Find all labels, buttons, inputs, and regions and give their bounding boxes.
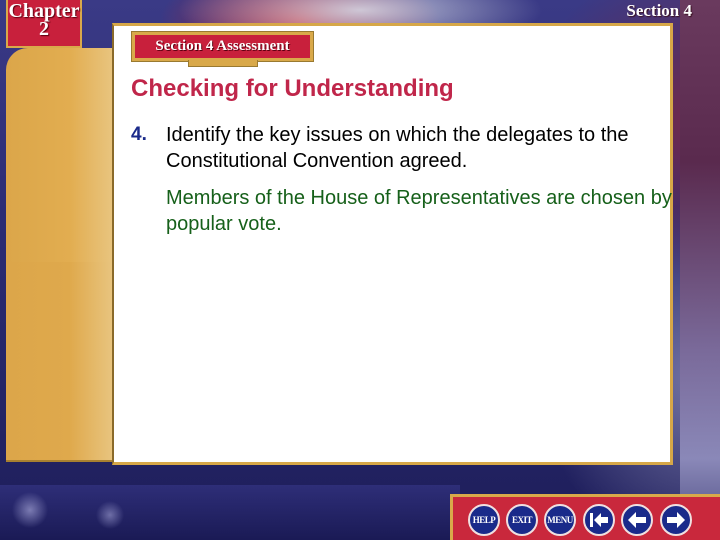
answer-text: Members of the House of Representatives …: [166, 187, 672, 235]
sidebar: [6, 48, 112, 262]
first-page-arrow-icon: [590, 513, 608, 527]
page-heading: Checking for Understanding: [131, 75, 454, 102]
right-arrow-icon: [667, 512, 685, 528]
exit-button[interactable]: EXIT: [506, 504, 538, 536]
chapter-number: 2: [39, 18, 49, 40]
section-assessment-label: Section 4 Assessment: [135, 35, 310, 58]
background-right-strip: [680, 0, 720, 540]
background-stars: [0, 485, 460, 540]
menu-label: MENU: [547, 515, 573, 525]
help-label: HELP: [472, 515, 496, 525]
back-button[interactable]: [621, 504, 653, 536]
chapter-badge: Chapter 2: [6, 0, 82, 48]
question-number: 4.: [131, 124, 147, 145]
first-page-button[interactable]: [583, 504, 615, 536]
sidebar-lower: [6, 262, 112, 462]
section-label: Section 4: [626, 1, 692, 20]
section-assessment-tab: Section 4 Assessment: [131, 31, 314, 67]
next-button[interactable]: [660, 504, 692, 536]
navigation-bar: HELP EXIT MENU: [450, 494, 720, 540]
left-arrow-icon: [628, 512, 646, 528]
question-text: Identify the key issues on which the del…: [166, 124, 629, 172]
menu-button[interactable]: MENU: [544, 504, 576, 536]
help-button[interactable]: HELP: [468, 504, 500, 536]
exit-label: EXIT: [511, 515, 533, 525]
